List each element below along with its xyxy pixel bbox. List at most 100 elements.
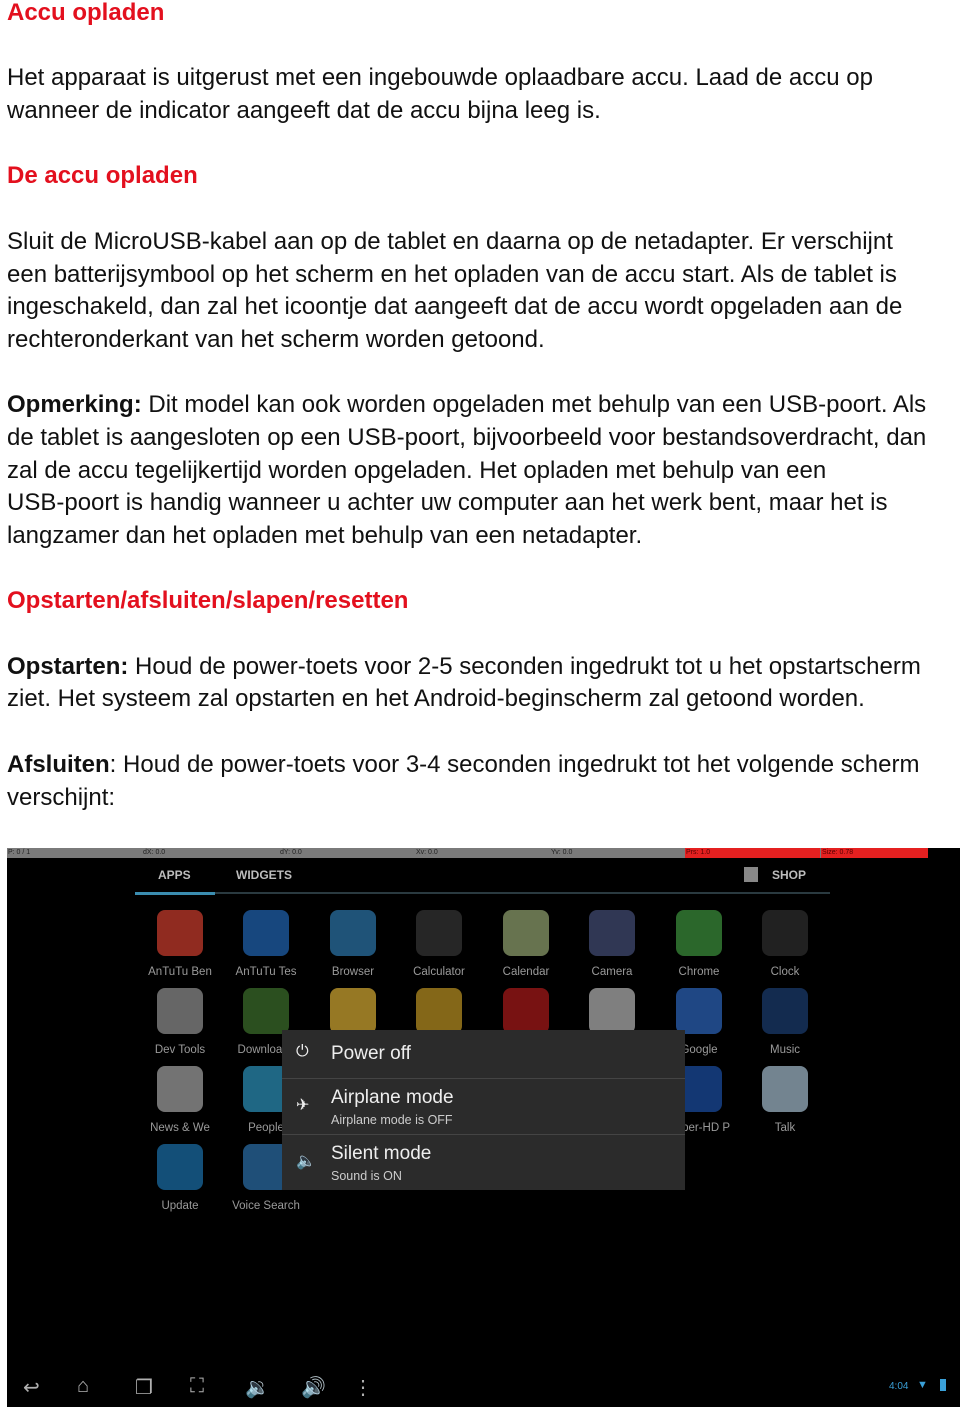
- app-icon-item[interactable]: AnTuTu Ben: [140, 910, 220, 978]
- battery-icon: [940, 1379, 946, 1391]
- note-line: Opmerking: Dit model kan ook worden opge…: [7, 389, 960, 422]
- app-icon-item[interactable]: News & We: [140, 1066, 220, 1134]
- menu-icon[interactable]: ⋮: [353, 1375, 373, 1400]
- app-icon: [416, 988, 462, 1034]
- note-line: USB-poort is handig wanneer u achter uw …: [7, 489, 888, 517]
- volume-up-icon[interactable]: 🔊: [301, 1375, 326, 1400]
- app-icon-item[interactable]: Browser: [313, 910, 393, 978]
- app-label: AnTuTu Tes: [235, 966, 297, 978]
- intro-line: Het apparaat is uitgerust met een ingebo…: [7, 64, 873, 92]
- heading-de-accu-opladen: De accu opladen: [7, 162, 198, 190]
- debug-yv: Yv: 0.0: [551, 849, 573, 856]
- app-label: Calculator: [413, 966, 465, 978]
- app-icon: [330, 988, 376, 1034]
- shutdown-line: verschijnt:: [7, 783, 116, 811]
- app-label: Dev Tools: [154, 1044, 206, 1056]
- app-label: Calendar: [502, 966, 550, 978]
- app-icon: [243, 910, 289, 956]
- tab-divider: [135, 892, 830, 894]
- app-icon: [762, 1066, 808, 1112]
- app-label: News & We: [150, 1122, 210, 1134]
- app-icon: [503, 910, 549, 956]
- app-icon: [762, 910, 808, 956]
- app-icon-item[interactable]: Calculator: [399, 910, 479, 978]
- shutdown-line: Afsluiten: Houd de power-toets voor 3-4 …: [7, 749, 960, 782]
- charging-line: ingeschakeld, dan zal het icoontje dat a…: [7, 293, 903, 321]
- speaker-icon: 🔈: [296, 1153, 316, 1170]
- back-icon[interactable]: ↩: [23, 1375, 40, 1400]
- app-icon-item[interactable]: Calendar: [486, 910, 566, 978]
- app-icon-item[interactable]: Chrome: [659, 910, 739, 978]
- app-label: Clock: [770, 966, 800, 978]
- charging-line: rechteronderkant van het scherm worden g…: [7, 325, 545, 353]
- note-text: Dit model kan ook worden opgeladen met b…: [141, 391, 927, 419]
- app-icon: [676, 988, 722, 1034]
- airplane-mode-option[interactable]: ✈ Airplane mode Airplane mode is OFF: [282, 1079, 685, 1135]
- shutdown-label: Afsluiten: [7, 750, 110, 778]
- app-icon: [243, 988, 289, 1034]
- app-icon: [676, 910, 722, 956]
- app-label: Chrome: [678, 966, 720, 978]
- app-icon-item[interactable]: Update: [140, 1144, 220, 1212]
- app-icon: [589, 988, 635, 1034]
- app-icon: [330, 910, 376, 956]
- app-icon: [589, 910, 635, 956]
- app-icon-item[interactable]: Music: [745, 988, 825, 1056]
- note-line: zal de accu tegelijkertijd worden opgela…: [7, 456, 827, 484]
- debug-xv: Xv: 0.0: [416, 849, 438, 856]
- app-label: Voice Search: [232, 1200, 300, 1212]
- boot-line: ziet. Het systeem zal opstarten en het A…: [7, 685, 865, 713]
- app-icon: [503, 988, 549, 1034]
- heading-power: Opstarten/afsluiten/slapen/resetten: [7, 587, 409, 615]
- power-off-label: Power off: [331, 1043, 411, 1064]
- debug-size: Size: 0.78: [821, 848, 928, 858]
- app-label: Camera: [591, 966, 633, 978]
- silent-mode-status: Sound is ON: [331, 1169, 402, 1183]
- power-icon: ⏻: [296, 1043, 309, 1060]
- note-line: langzamer dan het opladen met behulp van…: [7, 522, 643, 549]
- app-label: Talk: [774, 1122, 796, 1134]
- debug-p: P: 0 / 1: [8, 849, 31, 856]
- note-label: Opmerking:: [7, 391, 142, 419]
- app-icon-item[interactable]: AnTuTu Tes: [226, 910, 306, 978]
- app-icon-item[interactable]: Camera: [572, 910, 652, 978]
- app-icon: [416, 910, 462, 956]
- power-off-option[interactable]: ⏻ Power off: [282, 1030, 685, 1079]
- home-icon[interactable]: ⌂: [77, 1375, 89, 1398]
- app-icon: [157, 988, 203, 1034]
- document-body: Accu opladen Het apparaat is uitgerust m…: [7, 0, 960, 814]
- boot-label: Opstarten:: [7, 652, 129, 680]
- screenshot-icon[interactable]: ⛶: [190, 1375, 204, 1398]
- boot-line: Opstarten: Houd de power-toets voor 2-5 …: [7, 651, 960, 684]
- app-icon: [157, 1066, 203, 1112]
- silent-mode-option[interactable]: 🔈 Silent mode Sound is ON: [282, 1135, 685, 1190]
- app-icon: [762, 988, 808, 1034]
- shutdown-text: : Houd de power-toets voor 3-4 seconden …: [109, 750, 920, 778]
- recent-apps-icon[interactable]: ❐: [135, 1375, 153, 1400]
- app-label: AnTuTu Ben: [148, 966, 212, 978]
- silent-mode-label: Silent mode: [331, 1143, 432, 1164]
- app-icon-item[interactable]: Dev Tools: [140, 988, 220, 1056]
- power-options-dialog: ⏻ Power off ✈ Airplane mode Airplane mod…: [282, 1030, 685, 1190]
- tab-selected-indicator: [135, 892, 215, 895]
- tab-apps[interactable]: APPS: [158, 868, 191, 882]
- app-label: Update: [161, 1200, 199, 1212]
- boot-text: Houd de power-toets voor 2-5 seconden in…: [128, 652, 921, 680]
- shop-button[interactable]: SHOP: [772, 868, 806, 882]
- charging-line: een batterijsymbool op het scherm en het…: [7, 260, 897, 288]
- airplane-icon: ✈: [296, 1097, 310, 1114]
- airplane-mode-status: Airplane mode is OFF: [331, 1113, 453, 1127]
- tab-widgets[interactable]: WIDGETS: [236, 868, 292, 882]
- app-label: Music: [769, 1044, 801, 1056]
- app-label: Browser: [331, 966, 375, 978]
- app-icon-item[interactable]: Clock: [745, 910, 825, 978]
- volume-down-icon[interactable]: 🔉: [245, 1375, 270, 1400]
- app-icon-item[interactable]: Talk: [745, 1066, 825, 1134]
- charging-line: Sluit de MicroUSB-kabel aan op de tablet…: [7, 227, 893, 255]
- intro-line: wanneer de indicator aangeeft dat de acc…: [7, 97, 601, 125]
- android-screenshot: P: 0 / 1 dX: 0.0 dY: 0.0 Xv: 0.0 Yv: 0.0…: [7, 848, 960, 1407]
- airplane-mode-label: Airplane mode: [331, 1087, 454, 1108]
- wifi-icon: ▼: [917, 1379, 928, 1391]
- shop-bag-icon[interactable]: [744, 867, 758, 882]
- debug-dx: dX: 0.0: [143, 849, 166, 856]
